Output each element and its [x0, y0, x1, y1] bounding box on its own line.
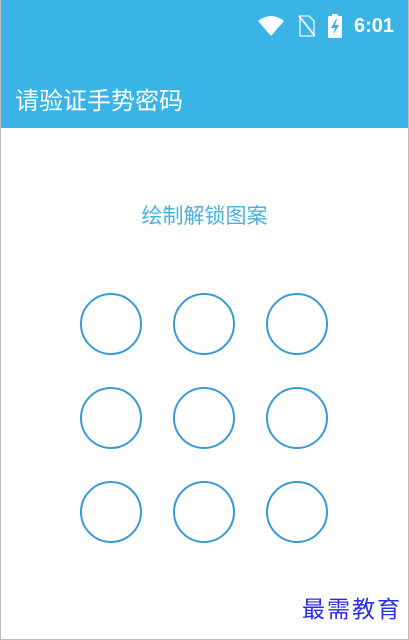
- pattern-dot-9[interactable]: [266, 481, 328, 543]
- pattern-dot-6[interactable]: [266, 387, 328, 449]
- wifi-icon: [257, 16, 284, 36]
- pattern-hint: 绘制解锁图案: [141, 204, 268, 228]
- pattern-dot-2[interactable]: [173, 293, 235, 355]
- page-title: 请验证手势密码: [15, 87, 183, 115]
- status-bar: 6:01: [1, 0, 408, 52]
- pattern-dot-8[interactable]: [173, 481, 235, 543]
- pattern-dot-4[interactable]: [80, 387, 142, 449]
- status-time: 6:01: [353, 15, 394, 37]
- no-sim-icon: [298, 15, 316, 37]
- pattern-dot-1[interactable]: [80, 293, 142, 355]
- battery-charging-icon: [327, 14, 342, 38]
- pattern-grid[interactable]: [80, 293, 332, 545]
- gesture-lock-screen: 6:01 请验证手势密码 绘制解锁图案 最需教育: [0, 0, 409, 640]
- pattern-dot-5[interactable]: [173, 387, 235, 449]
- watermark: 最需教育: [302, 597, 402, 623]
- status-icons: 6:01: [257, 12, 394, 40]
- pattern-dot-7[interactable]: [80, 481, 142, 543]
- app-bar: 请验证手势密码: [1, 52, 408, 128]
- pattern-dot-3[interactable]: [266, 293, 328, 355]
